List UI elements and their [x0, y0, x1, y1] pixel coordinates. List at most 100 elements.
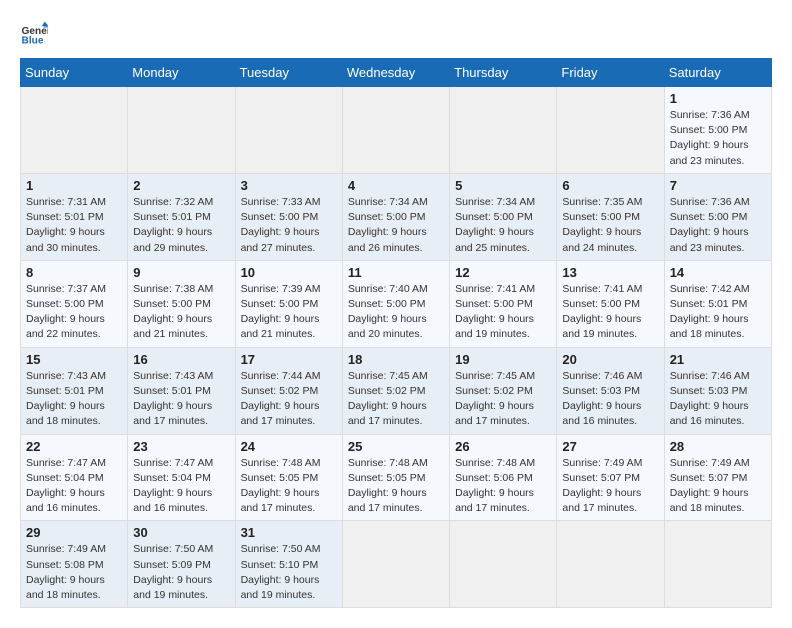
day-info: Sunrise: 7:45 AMSunset: 5:02 PMDaylight:… [455, 370, 535, 428]
day-number: 30 [133, 525, 229, 540]
calendar-cell: 15 Sunrise: 7:43 AMSunset: 5:01 PMDayligh… [21, 347, 128, 434]
calendar-cell [557, 87, 664, 174]
day-info: Sunrise: 7:49 AMSunset: 5:07 PMDaylight:… [670, 457, 750, 515]
day-number: 20 [562, 352, 658, 367]
day-number: 11 [348, 265, 444, 280]
day-info: Sunrise: 7:41 AMSunset: 5:00 PMDaylight:… [562, 283, 642, 341]
day-number: 7 [670, 178, 766, 193]
day-number: 12 [455, 265, 551, 280]
day-number: 1 [670, 91, 766, 106]
day-info: Sunrise: 7:32 AMSunset: 5:01 PMDaylight:… [133, 196, 213, 254]
calendar-cell: 29Sunrise: 7:49 AMSunset: 5:08 PMDayligh… [21, 521, 128, 608]
calendar-cell: 27 Sunrise: 7:49 AMSunset: 5:07 PMDayligh… [557, 434, 664, 521]
calendar-cell: 7 Sunrise: 7:36 AMSunset: 5:00 PMDaylight… [664, 173, 771, 260]
calendar-cell [664, 521, 771, 608]
day-info: Sunrise: 7:43 AMSunset: 5:01 PMDaylight:… [26, 370, 106, 428]
calendar-cell: 8Sunrise: 7:37 AMSunset: 5:00 PMDaylight… [21, 260, 128, 347]
week-row-2: 1Sunrise: 7:31 AMSunset: 5:01 PMDaylight… [21, 173, 772, 260]
calendar-cell [450, 521, 557, 608]
calendar-cell: 6Sunrise: 7:35 AMSunset: 5:00 PMDaylight… [557, 173, 664, 260]
calendar-cell: 1Sunrise: 7:31 AMSunset: 5:01 PMDaylight… [21, 173, 128, 260]
calendar-cell: 24 Sunrise: 7:48 AMSunset: 5:05 PMDayligh… [235, 434, 342, 521]
header: General Blue [20, 20, 772, 48]
day-number: 29 [26, 525, 122, 540]
logo-icon: General Blue [20, 20, 48, 48]
calendar-table: SundayMondayTuesdayWednesdayThursdayFrid… [20, 58, 772, 608]
calendar-cell: 9 Sunrise: 7:38 AMSunset: 5:00 PMDaylight… [128, 260, 235, 347]
day-header-saturday: Saturday [664, 59, 771, 87]
day-number: 21 [670, 352, 766, 367]
day-number: 17 [241, 352, 337, 367]
calendar-cell: 21 Sunrise: 7:46 AMSunset: 5:03 PMDayligh… [664, 347, 771, 434]
calendar-cell: 14Sunrise: 7:42 AMSunset: 5:01 PMDayligh… [664, 260, 771, 347]
day-info: Sunrise: 7:36 AMSunset: 5:00 PMDaylight:… [670, 196, 750, 254]
day-info: Sunrise: 7:50 AMSunset: 5:09 PMDaylight:… [133, 543, 213, 601]
day-info: Sunrise: 7:49 AMSunset: 5:07 PMDaylight:… [562, 457, 642, 515]
day-info: Sunrise: 7:42 AMSunset: 5:01 PMDaylight:… [670, 283, 750, 341]
calendar-cell: 19 Sunrise: 7:45 AMSunset: 5:02 PMDayligh… [450, 347, 557, 434]
day-number: 4 [348, 178, 444, 193]
day-info: Sunrise: 7:34 AMSunset: 5:00 PMDaylight:… [348, 196, 428, 254]
day-info: Sunrise: 7:44 AMSunset: 5:02 PMDaylight:… [241, 370, 321, 428]
day-number: 16 [133, 352, 229, 367]
calendar-cell: 30 Sunrise: 7:50 AMSunset: 5:09 PMDayligh… [128, 521, 235, 608]
day-info: Sunrise: 7:31 AMSunset: 5:01 PMDaylight:… [26, 196, 106, 254]
day-info: Sunrise: 7:39 AMSunset: 5:00 PMDaylight:… [241, 283, 321, 341]
calendar-cell [342, 521, 449, 608]
logo: General Blue [20, 20, 48, 48]
day-header-sunday: Sunday [21, 59, 128, 87]
day-info: Sunrise: 7:33 AMSunset: 5:00 PMDaylight:… [241, 196, 321, 254]
week-row-5: 22 Sunrise: 7:47 AMSunset: 5:04 PMDayligh… [21, 434, 772, 521]
calendar-cell: 23 Sunrise: 7:47 AMSunset: 5:04 PMDayligh… [128, 434, 235, 521]
week-row-3: 8Sunrise: 7:37 AMSunset: 5:00 PMDaylight… [21, 260, 772, 347]
calendar-cell: 16Sunrise: 7:43 AMSunset: 5:01 PMDayligh… [128, 347, 235, 434]
day-info: Sunrise: 7:40 AMSunset: 5:00 PMDaylight:… [348, 283, 428, 341]
day-number: 27 [562, 439, 658, 454]
calendar-cell: 12 Sunrise: 7:41 AMSunset: 5:00 PMDayligh… [450, 260, 557, 347]
day-info: Sunrise: 7:41 AMSunset: 5:00 PMDaylight:… [455, 283, 535, 341]
day-number: 24 [241, 439, 337, 454]
day-number: 28 [670, 439, 766, 454]
header-row: SundayMondayTuesdayWednesdayThursdayFrid… [21, 59, 772, 87]
day-info: Sunrise: 7:48 AMSunset: 5:06 PMDaylight:… [455, 457, 535, 515]
day-number: 22 [26, 439, 122, 454]
calendar-cell: 31Sunrise: 7:50 AMSunset: 5:10 PMDayligh… [235, 521, 342, 608]
day-number: 18 [348, 352, 444, 367]
day-info: Sunrise: 7:38 AMSunset: 5:00 PMDaylight:… [133, 283, 213, 341]
calendar-cell [235, 87, 342, 174]
day-info: Sunrise: 7:34 AMSunset: 5:00 PMDaylight:… [455, 196, 535, 254]
calendar-cell: 22Sunrise: 7:47 AMSunset: 5:04 PMDayligh… [21, 434, 128, 521]
calendar-cell: 5 Sunrise: 7:34 AMSunset: 5:00 PMDaylight… [450, 173, 557, 260]
day-info: Sunrise: 7:47 AMSunset: 5:04 PMDaylight:… [133, 457, 213, 515]
day-number: 10 [241, 265, 337, 280]
calendar-cell: 2 Sunrise: 7:32 AMSunset: 5:01 PMDaylight… [128, 173, 235, 260]
day-info: Sunrise: 7:36 AMSunset: 5:00 PMDaylight:… [670, 109, 750, 167]
day-info: Sunrise: 7:45 AMSunset: 5:02 PMDaylight:… [348, 370, 428, 428]
week-row-1: 1 Sunrise: 7:36 AMSunset: 5:00 PMDaylight… [21, 87, 772, 174]
day-info: Sunrise: 7:48 AMSunset: 5:05 PMDaylight:… [241, 457, 321, 515]
calendar-cell: 4 Sunrise: 7:34 AMSunset: 5:00 PMDaylight… [342, 173, 449, 260]
day-number: 23 [133, 439, 229, 454]
day-info: Sunrise: 7:46 AMSunset: 5:03 PMDaylight:… [670, 370, 750, 428]
day-number: 2 [133, 178, 229, 193]
day-number: 3 [241, 178, 337, 193]
day-info: Sunrise: 7:50 AMSunset: 5:10 PMDaylight:… [241, 543, 321, 601]
day-number: 15 [26, 352, 122, 367]
calendar-cell: 13Sunrise: 7:41 AMSunset: 5:00 PMDayligh… [557, 260, 664, 347]
calendar-cell [557, 521, 664, 608]
week-row-6: 29Sunrise: 7:49 AMSunset: 5:08 PMDayligh… [21, 521, 772, 608]
calendar-cell: 3 Sunrise: 7:33 AMSunset: 5:00 PMDaylight… [235, 173, 342, 260]
day-number: 5 [455, 178, 551, 193]
calendar-cell: 20Sunrise: 7:46 AMSunset: 5:03 PMDayligh… [557, 347, 664, 434]
calendar-cell: 1 Sunrise: 7:36 AMSunset: 5:00 PMDaylight… [664, 87, 771, 174]
calendar-cell [128, 87, 235, 174]
day-number: 26 [455, 439, 551, 454]
calendar-cell [21, 87, 128, 174]
day-number: 9 [133, 265, 229, 280]
day-header-wednesday: Wednesday [342, 59, 449, 87]
calendar-cell: 26 Sunrise: 7:48 AMSunset: 5:06 PMDayligh… [450, 434, 557, 521]
day-info: Sunrise: 7:37 AMSunset: 5:00 PMDaylight:… [26, 283, 106, 341]
day-info: Sunrise: 7:35 AMSunset: 5:00 PMDaylight:… [562, 196, 642, 254]
calendar-cell: 28 Sunrise: 7:49 AMSunset: 5:07 PMDayligh… [664, 434, 771, 521]
day-number: 19 [455, 352, 551, 367]
